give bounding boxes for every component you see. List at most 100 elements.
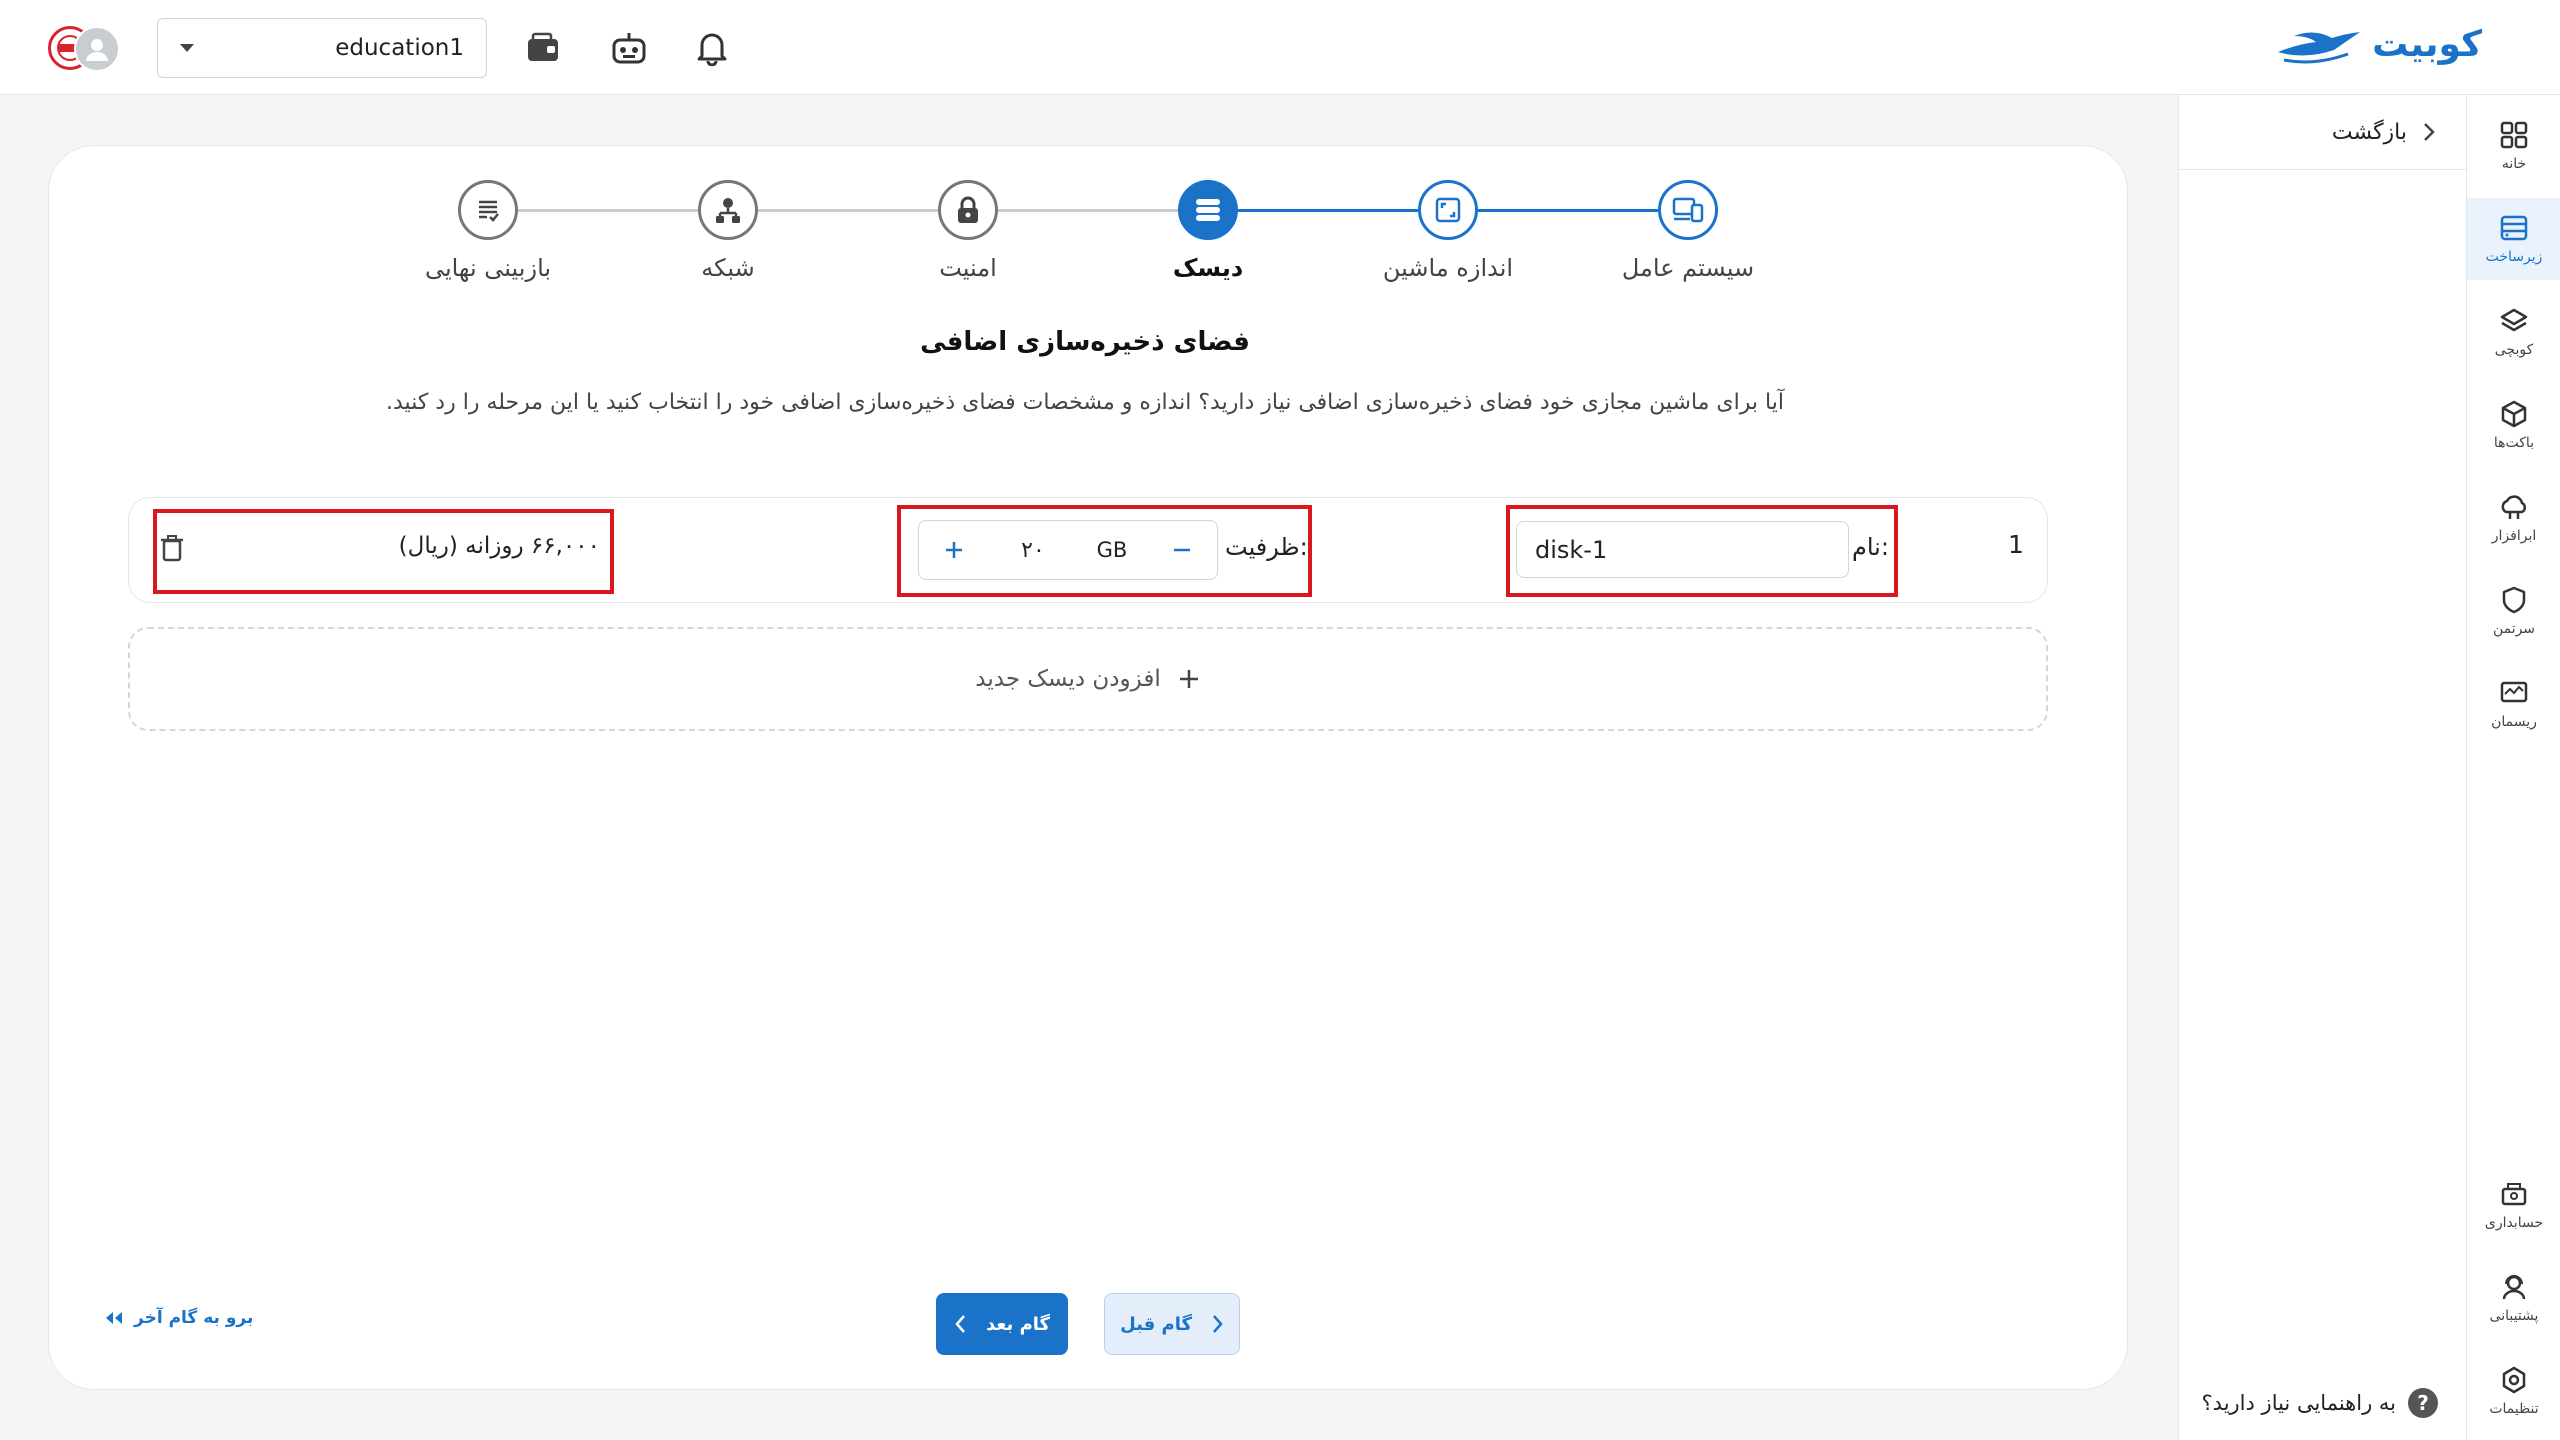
network-icon [716,198,740,223]
rail-item-risman[interactable]: ریسمان [2467,663,2560,745]
step-disk[interactable] [1178,180,1238,240]
step-connector [1477,209,1658,212]
rail-item-label: پشتیبانی [2489,1308,2539,1324]
next-step-button[interactable]: گام بعد [936,1293,1068,1355]
user-menu[interactable] [48,24,128,72]
cloud-icon [2501,495,2527,519]
increment-button[interactable] [919,521,989,579]
step-connector [1237,209,1418,212]
delete-disk-button[interactable] [160,534,184,566]
rail-item-label: باکت‌ها [2493,435,2535,451]
plus-icon [946,542,962,558]
step-os-label: سیستم عامل [1621,254,1755,282]
sub-panel: بازگشت ? به راهنمایی نیاز دارید؟ [2178,95,2467,1440]
capacity-label: ظرفیت: [1225,533,1308,561]
minus-icon [1174,548,1190,552]
step-connector [517,209,698,212]
step-os[interactable] [1658,180,1718,240]
step-review-label: بازبینی نهایی [424,254,552,282]
project-select[interactable]: education1 [157,18,487,78]
step-review[interactable] [458,180,518,240]
step-disk-label: دیسک [1172,254,1244,282]
rail-item-label: ریسمان [2491,714,2537,730]
rail-item-home[interactable]: خانه [2467,105,2560,187]
rail-item-label: خانه [2501,156,2527,172]
prev-step-label: گام قبل [1120,1313,1192,1335]
disk-price: ۶۶,۰۰۰ روزانه (ریال) [398,533,600,559]
step-security[interactable] [938,180,998,240]
layers-icon [2500,308,2528,332]
robot-icon[interactable] [609,28,649,68]
add-disk-button[interactable]: افزودن دیسک جدید [128,627,2048,731]
rail-item-label: ابرافزار [2491,528,2537,544]
back-link[interactable]: بازگشت [2179,95,2467,170]
bell-icon[interactable] [692,28,732,68]
chevron-left-icon [955,1315,965,1333]
section-description: آیا برای ماشین مجازی خود فضای ذخیره‌سازی… [386,390,1784,415]
avatar [74,26,120,72]
help-label: به راهنمایی نیاز دارید؟ [2201,1391,2396,1415]
disk-index: 1 [2008,530,2024,559]
devices-icon [1672,197,1704,223]
step-network[interactable] [698,180,758,240]
boat-logo-icon [2278,32,2361,64]
resize-icon [1435,197,1461,223]
rail-item-buckets[interactable]: باکت‌ها [2467,384,2560,466]
rail-item-label: زیرساخت [2485,249,2543,265]
next-step-label: گام بعد [986,1313,1051,1335]
monitor-icon [2500,681,2528,703]
go-to-last-step-link[interactable]: برو به گام آخر [104,1308,253,1328]
capacity-unit: GB [1096,538,1128,562]
brand-name: کوبیت [2372,23,2482,65]
headset-icon [2502,1275,2526,1300]
rail-item-support[interactable]: پشتیبانی [2467,1257,2560,1339]
rail-item-kubchi[interactable]: کوبچی [2467,291,2560,373]
chevron-right-icon [2424,123,2435,141]
help-link[interactable]: ? به راهنمایی نیاز دارید؟ [2202,1388,2438,1418]
step-network-label: شبکه [701,254,755,282]
double-chevron-left-icon [106,1312,122,1324]
brand-logo[interactable]: کوبیت [2274,22,2482,66]
top-bar: کوبیت education1 [0,0,2560,95]
disk-name-input[interactable]: disk-1 [1516,521,1849,578]
add-disk-label: افزودن دیسک جدید [975,666,1161,692]
rail-item-cloud-app[interactable]: ابرافزار [2467,477,2560,559]
rail-item-sartaman[interactable]: سرتمن [2467,570,2560,652]
rail-item-label: حسابداری [2484,1215,2544,1231]
trash-icon [161,535,183,562]
lock-icon [958,196,978,223]
rail-item-infrastructure[interactable]: زیرساخت [2467,198,2560,280]
checklist-icon [479,200,499,222]
shield-icon [2502,586,2526,614]
cube-icon [2501,400,2527,428]
step-connector [757,209,938,212]
rail-item-label: تنظیمات [2489,1401,2539,1417]
step-machine-size-label: اندازه ماشین [1382,254,1514,282]
rail-item-label: کوبچی [2494,342,2534,358]
back-label: بازگشت [2331,119,2407,145]
cash-icon [2501,1183,2527,1206]
decrement-button[interactable] [1147,521,1217,579]
grid-icon [2500,121,2528,149]
question-icon: ? [2408,1388,2438,1418]
server-icon [2500,215,2528,241]
plus-icon [1179,670,1198,688]
capacity-stepper: ۲۰ GB [918,520,1218,580]
rail-item-accounting[interactable]: حسابداری [2467,1164,2560,1246]
prev-step-button[interactable]: گام قبل [1104,1293,1240,1355]
wallet-icon[interactable] [523,28,563,68]
step-connector [997,209,1178,212]
disk-name-label: نام: [1852,533,1889,561]
step-security-label: امنیت [939,254,997,282]
storage-icon [1196,199,1220,221]
section-title: فضای ذخیره‌سازی اضافی [920,327,1250,357]
capacity-value[interactable]: ۲۰ [989,538,1077,563]
project-select-value: education1 [335,35,464,61]
step-machine-size[interactable] [1418,180,1478,240]
chevron-right-icon [1213,1315,1223,1333]
main-nav-rail: خانه زیرساخت کوبچی باکت‌ها ابرافزار سرتم… [2466,95,2560,1440]
chevron-down-icon [180,44,194,52]
rail-item-settings[interactable]: تنظیمات [2467,1350,2560,1432]
settings-icon [2502,1366,2526,1394]
rail-item-label: سرتمن [2492,621,2536,637]
